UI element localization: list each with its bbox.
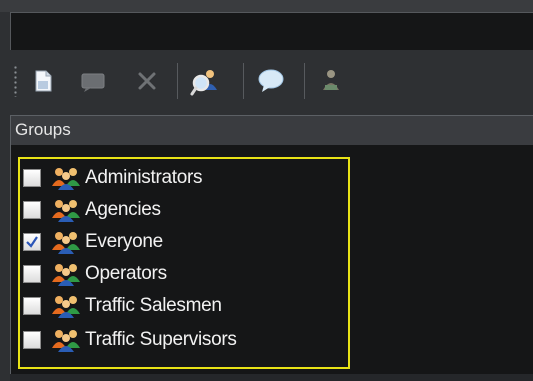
group-row[interactable]: Agencies [23,195,343,225]
toolbar-separator [304,63,305,99]
message-icon [258,69,284,92]
user-group-icon [52,330,80,352]
group-label: Everyone [85,231,163,252]
address-bar [10,12,533,50]
group-label: Traffic Salesmen [85,295,222,316]
group-row[interactable]: Everyone [23,227,343,257]
toolbar [0,55,533,107]
user-group-icon [52,264,80,286]
edit-button[interactable] [78,65,108,97]
search-users-icon [190,70,217,96]
message-button[interactable] [256,65,286,97]
user-group-icon [52,200,80,222]
user-group-icon [52,232,80,254]
edit-icon [81,73,105,92]
group-checkbox[interactable] [23,201,41,219]
user-properties-icon [323,70,339,90]
delete-icon [138,72,156,90]
toolbar-grip[interactable] [14,65,17,97]
group-checkbox[interactable] [23,265,41,283]
new-button[interactable] [28,65,58,97]
user-group-icon [52,168,80,190]
group-row[interactable]: Administrators [23,163,343,193]
toolbar-separator [243,63,244,99]
groups-panel: Administrators Agencies Everyone Operators T… [10,145,533,381]
group-checkbox[interactable] [23,233,41,251]
groups-header: Groups [10,115,533,145]
search-users-button[interactable] [190,65,220,97]
group-row[interactable]: Operators [23,259,343,289]
group-checkbox[interactable] [23,331,41,349]
horizontal-scrollbar[interactable] [10,374,533,381]
user-group-icon [52,296,80,318]
group-checkbox[interactable] [23,297,41,315]
group-row[interactable]: Traffic Supervisors [23,325,343,355]
group-checkbox[interactable] [23,169,41,187]
groups-list: Administrators Agencies Everyone Operators T… [18,157,350,369]
toolbar-separator [177,63,178,99]
group-label: Administrators [85,167,203,188]
window-top-strip [0,0,533,12]
new-document-icon [35,70,52,92]
group-label: Operators [85,263,167,284]
checkmark-icon [26,236,38,248]
group-label: Traffic Supervisors [85,329,237,350]
group-row[interactable]: Traffic Salesmen [23,291,343,321]
delete-button[interactable] [132,65,162,97]
user-properties-button[interactable] [316,65,346,97]
group-label: Agencies [85,199,161,220]
